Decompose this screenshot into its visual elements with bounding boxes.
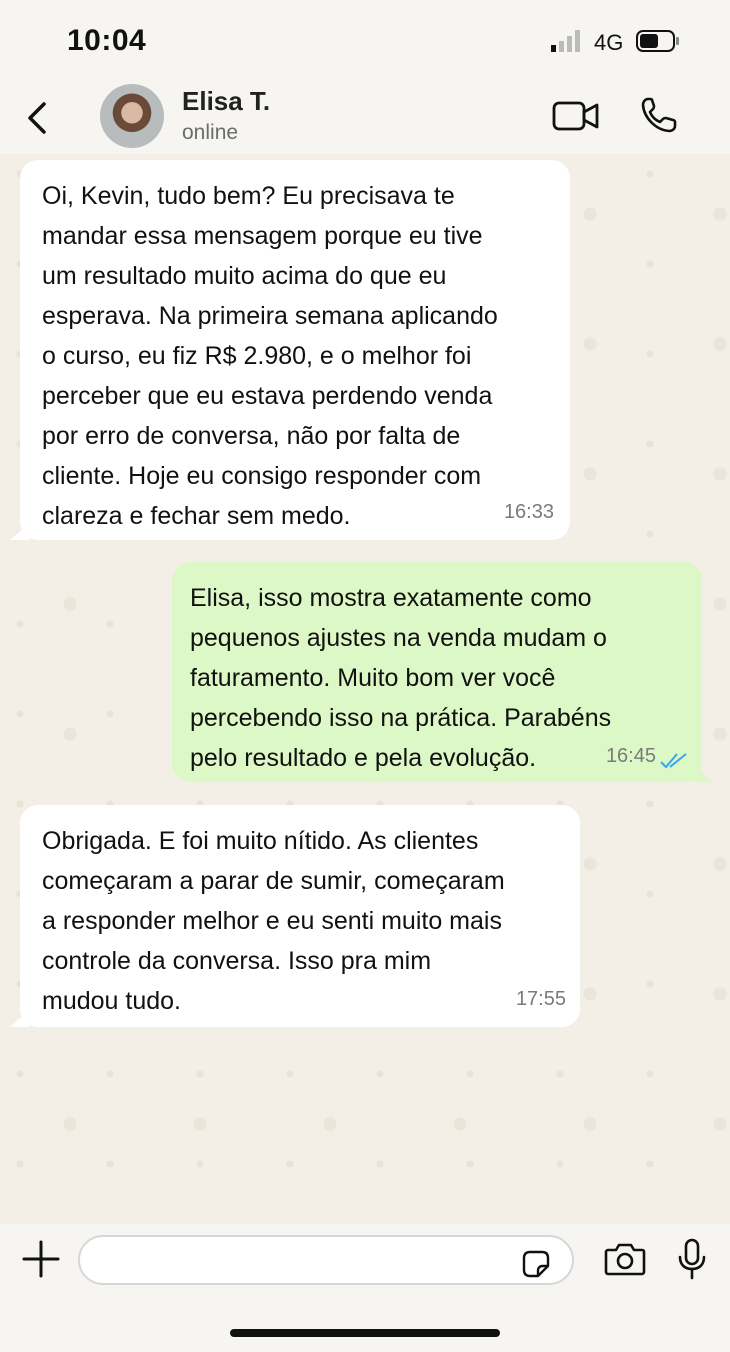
video-call-icon[interactable] [552, 100, 600, 132]
signal-icon [551, 30, 580, 52]
phone-call-icon[interactable] [640, 96, 678, 134]
contact-name[interactable]: Elisa T. [182, 86, 270, 117]
microphone-icon[interactable] [677, 1238, 707, 1280]
status-time: 10:04 [67, 24, 147, 57]
message-input[interactable] [78, 1235, 574, 1285]
message-text: Obrigada. E foi muito nítido. As cliente… [42, 827, 505, 1015]
message-bubble-incoming[interactable]: Oi, Kevin, tudo bem? Eu precisava te man… [20, 160, 570, 540]
plus-icon[interactable] [22, 1240, 60, 1278]
message-time: 16:45 [605, 745, 656, 767]
status-bar: 10:04 4G [0, 0, 730, 78]
battery-icon [636, 30, 679, 52]
sticker-icon[interactable] [520, 1248, 552, 1280]
input-bar [0, 1224, 730, 1352]
message-bubble-outgoing[interactable]: Elisa, isso mostra exatamente como peque… [172, 562, 702, 782]
chat-header: Elisa T. online [0, 78, 730, 154]
message-text: Oi, Kevin, tudo bem? Eu precisava te man… [42, 182, 498, 530]
avatar[interactable] [100, 84, 164, 148]
message-time: 17:55 [515, 988, 566, 1010]
camera-icon[interactable] [604, 1242, 646, 1276]
back-icon[interactable] [24, 100, 50, 136]
contact-status: online [182, 121, 239, 144]
chat-area[interactable]: Oi, Kevin, tudo bem? Eu precisava te man… [0, 154, 730, 1224]
network-label: 4G [594, 30, 624, 55]
home-indicator [230, 1329, 500, 1337]
message-time: 16:33 [503, 501, 554, 523]
message-bubble-incoming[interactable]: Obrigada. E foi muito nítido. As cliente… [20, 805, 580, 1027]
read-ticks-icon [660, 753, 687, 769]
